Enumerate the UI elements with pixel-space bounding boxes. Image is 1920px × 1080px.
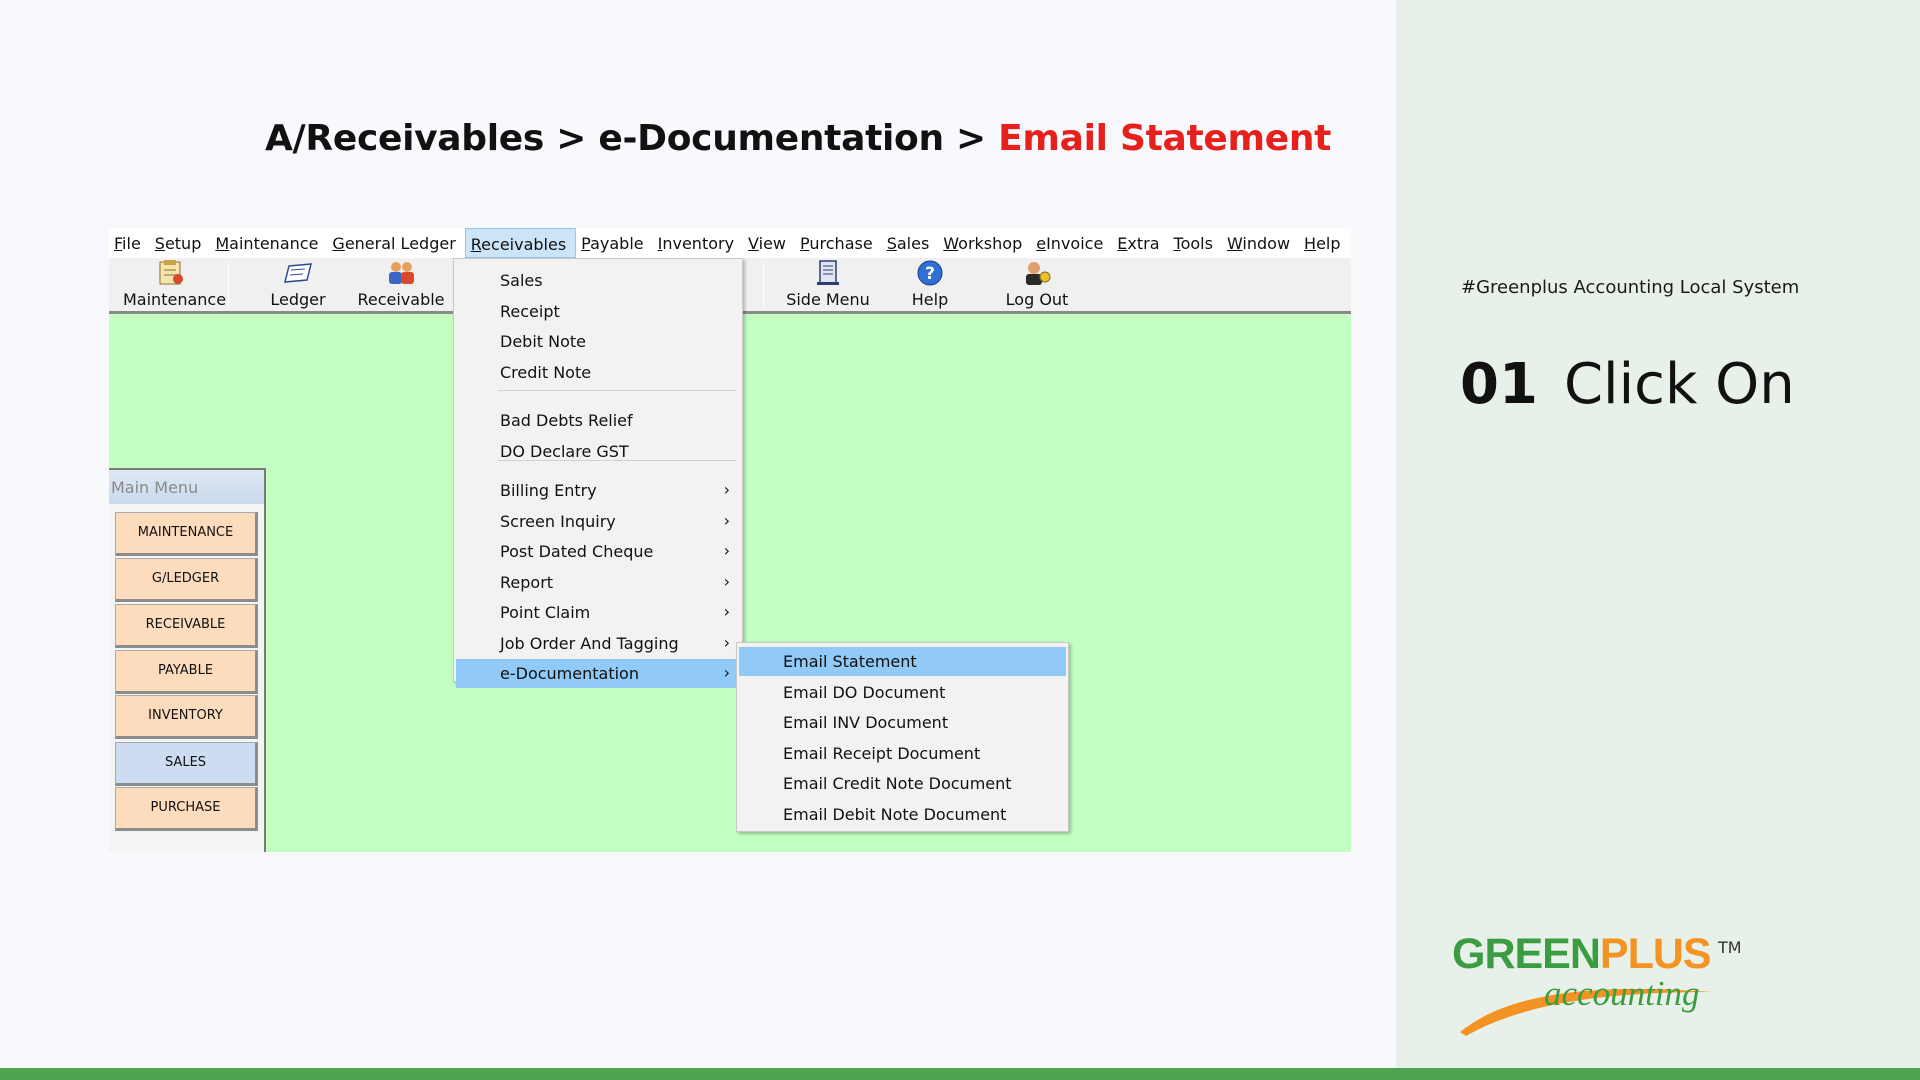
menu-general-ledger[interactable]: General Ledger [327, 228, 464, 258]
main-menu-payable-button[interactable]: PAYABLE [115, 650, 258, 694]
menu-item-sales[interactable]: Sales [456, 266, 740, 295]
chevron-right-icon: › [723, 510, 730, 530]
bottom-accent-bar [0, 1068, 1920, 1080]
users-icon [386, 260, 416, 286]
menu-item-point-claim[interactable]: Point Claim › [456, 598, 740, 627]
step-heading: 01 Click On [1460, 352, 1795, 417]
chevron-right-icon: › [723, 571, 730, 591]
menu-item-e-documentation[interactable]: e-Documentation › [456, 659, 740, 688]
page-title: A/Receivables > e-Documentation > Email … [265, 118, 1331, 159]
main-menu-g-ledger-button[interactable]: G/LEDGER [115, 558, 258, 602]
toolbar-receivable-button[interactable]: Receivable [351, 260, 451, 310]
menu-sales[interactable]: Sales [882, 228, 939, 258]
toolbar-separator [763, 262, 764, 308]
menu-help[interactable]: Help [1299, 228, 1349, 258]
maintenance-icon [156, 260, 186, 286]
logo-subtitle: accounting [1544, 974, 1700, 1013]
chevron-right-icon: › [723, 541, 730, 560]
toolbar-help-button[interactable]: ? Help [895, 260, 965, 310]
chevron-right-icon: › [723, 632, 730, 652]
menu-view[interactable]: View [743, 228, 795, 258]
main-menu-sales-button[interactable]: SALES [115, 742, 258, 786]
menu-item-job-order-and-tagging[interactable]: Job Order And Tagging › [456, 629, 740, 658]
toolbar-ledger-button[interactable]: Ledger [255, 260, 341, 310]
toolbar-log-out-button[interactable]: Log Out [995, 260, 1079, 310]
menu-receivables[interactable]: Receivables [464, 228, 577, 258]
menu-workshop[interactable]: Workshop [938, 228, 1031, 258]
menu-item-email-inv-document[interactable]: Email INV Document [739, 708, 1066, 737]
chevron-right-icon: › [723, 602, 730, 621]
menu-separator [498, 390, 736, 391]
menu-item-email-receipt-document[interactable]: Email Receipt Document [739, 739, 1066, 768]
menu-window[interactable]: Window [1222, 228, 1299, 258]
menu-file[interactable]: File [109, 228, 150, 258]
chevron-right-icon: › [723, 480, 730, 499]
menu-inventory[interactable]: Inventory [653, 228, 743, 258]
menu-item-credit-note[interactable]: Credit Note [456, 358, 740, 387]
menu-item-billing-entry[interactable]: Billing Entry › [456, 476, 740, 505]
tagline: #Greenplus Accounting Local System [1461, 277, 1800, 298]
trademark-symbol: TM [1718, 938, 1742, 957]
menu-item-post-dated-cheque[interactable]: Post Dated Cheque › [456, 537, 740, 566]
main-menu-maintenance-button[interactable]: MAINTENANCE [115, 512, 258, 556]
svg-text:?: ? [925, 264, 935, 284]
toolbar-maintenance-button[interactable]: Maintenance [123, 260, 226, 310]
menu-payable[interactable]: Payable [576, 228, 652, 258]
help-icon: ? [915, 260, 945, 286]
right-info-panel [1396, 0, 1920, 1068]
toolbar-side-menu-button[interactable]: Side Menu [779, 260, 877, 310]
breadcrumb-highlight: Email Statement [998, 118, 1332, 159]
menu-item-email-do-document[interactable]: Email DO Document [739, 678, 1066, 707]
menu-tools[interactable]: Tools [1169, 228, 1222, 258]
menu-item-email-credit-note-document[interactable]: Email Credit Note Document [739, 769, 1066, 798]
step-number: 01 [1460, 352, 1538, 417]
menu-maintenance[interactable]: Maintenance [210, 228, 327, 258]
greenplus-logo: GREENPLUS TM accounting [1452, 930, 1752, 1050]
menu-bar: File Setup Maintenance General Ledger Receiv… [109, 228, 1351, 258]
menu-item-receipt[interactable]: Receipt [456, 297, 740, 326]
chevron-right-icon: › [723, 663, 730, 682]
main-menu-receivable-button[interactable]: RECEIVABLE [115, 604, 258, 648]
log-out-icon [1022, 260, 1052, 286]
menu-extra[interactable]: Extra [1112, 228, 1168, 258]
main-menu-window: Main Menu MAINTENANCE G/LEDGER RECEIVABLE P… [109, 468, 266, 852]
toolbar-separator [228, 262, 229, 308]
menu-item-debit-note[interactable]: Debit Note [456, 327, 740, 356]
main-menu-title: Main Menu [109, 470, 264, 504]
menu-purchase[interactable]: Purchase [795, 228, 882, 258]
menu-separator [498, 460, 736, 461]
step-text: Click On [1563, 352, 1795, 417]
menu-item-email-debit-note-document[interactable]: Email Debit Note Document [739, 800, 1066, 829]
menu-item-report[interactable]: Report › [456, 568, 740, 597]
menu-item-email-statement[interactable]: Email Statement [739, 647, 1066, 676]
ledger-icon [283, 260, 313, 286]
receivables-dropdown-menu: Sales Receipt Debit Note Credit Note Bad Deb… [453, 258, 743, 688]
main-menu-inventory-button[interactable]: INVENTORY [115, 695, 258, 739]
breadcrumb-path: A/Receivables > e-Documentation > [265, 118, 999, 159]
menu-item-screen-inquiry[interactable]: Screen Inquiry › [456, 507, 740, 536]
menu-item-bad-debts-relief[interactable]: Bad Debts Relief [456, 406, 740, 435]
menu-setup[interactable]: Setup [150, 228, 211, 258]
menu-einvoice[interactable]: eInvoice [1031, 228, 1112, 258]
side-menu-icon [813, 260, 843, 286]
main-menu-purchase-button[interactable]: PURCHASE [115, 787, 258, 831]
e-documentation-submenu: Email Statement Email DO Document Email IN… [736, 642, 1069, 832]
menu-item-do-declare-gst[interactable]: DO Declare GST [456, 437, 740, 466]
